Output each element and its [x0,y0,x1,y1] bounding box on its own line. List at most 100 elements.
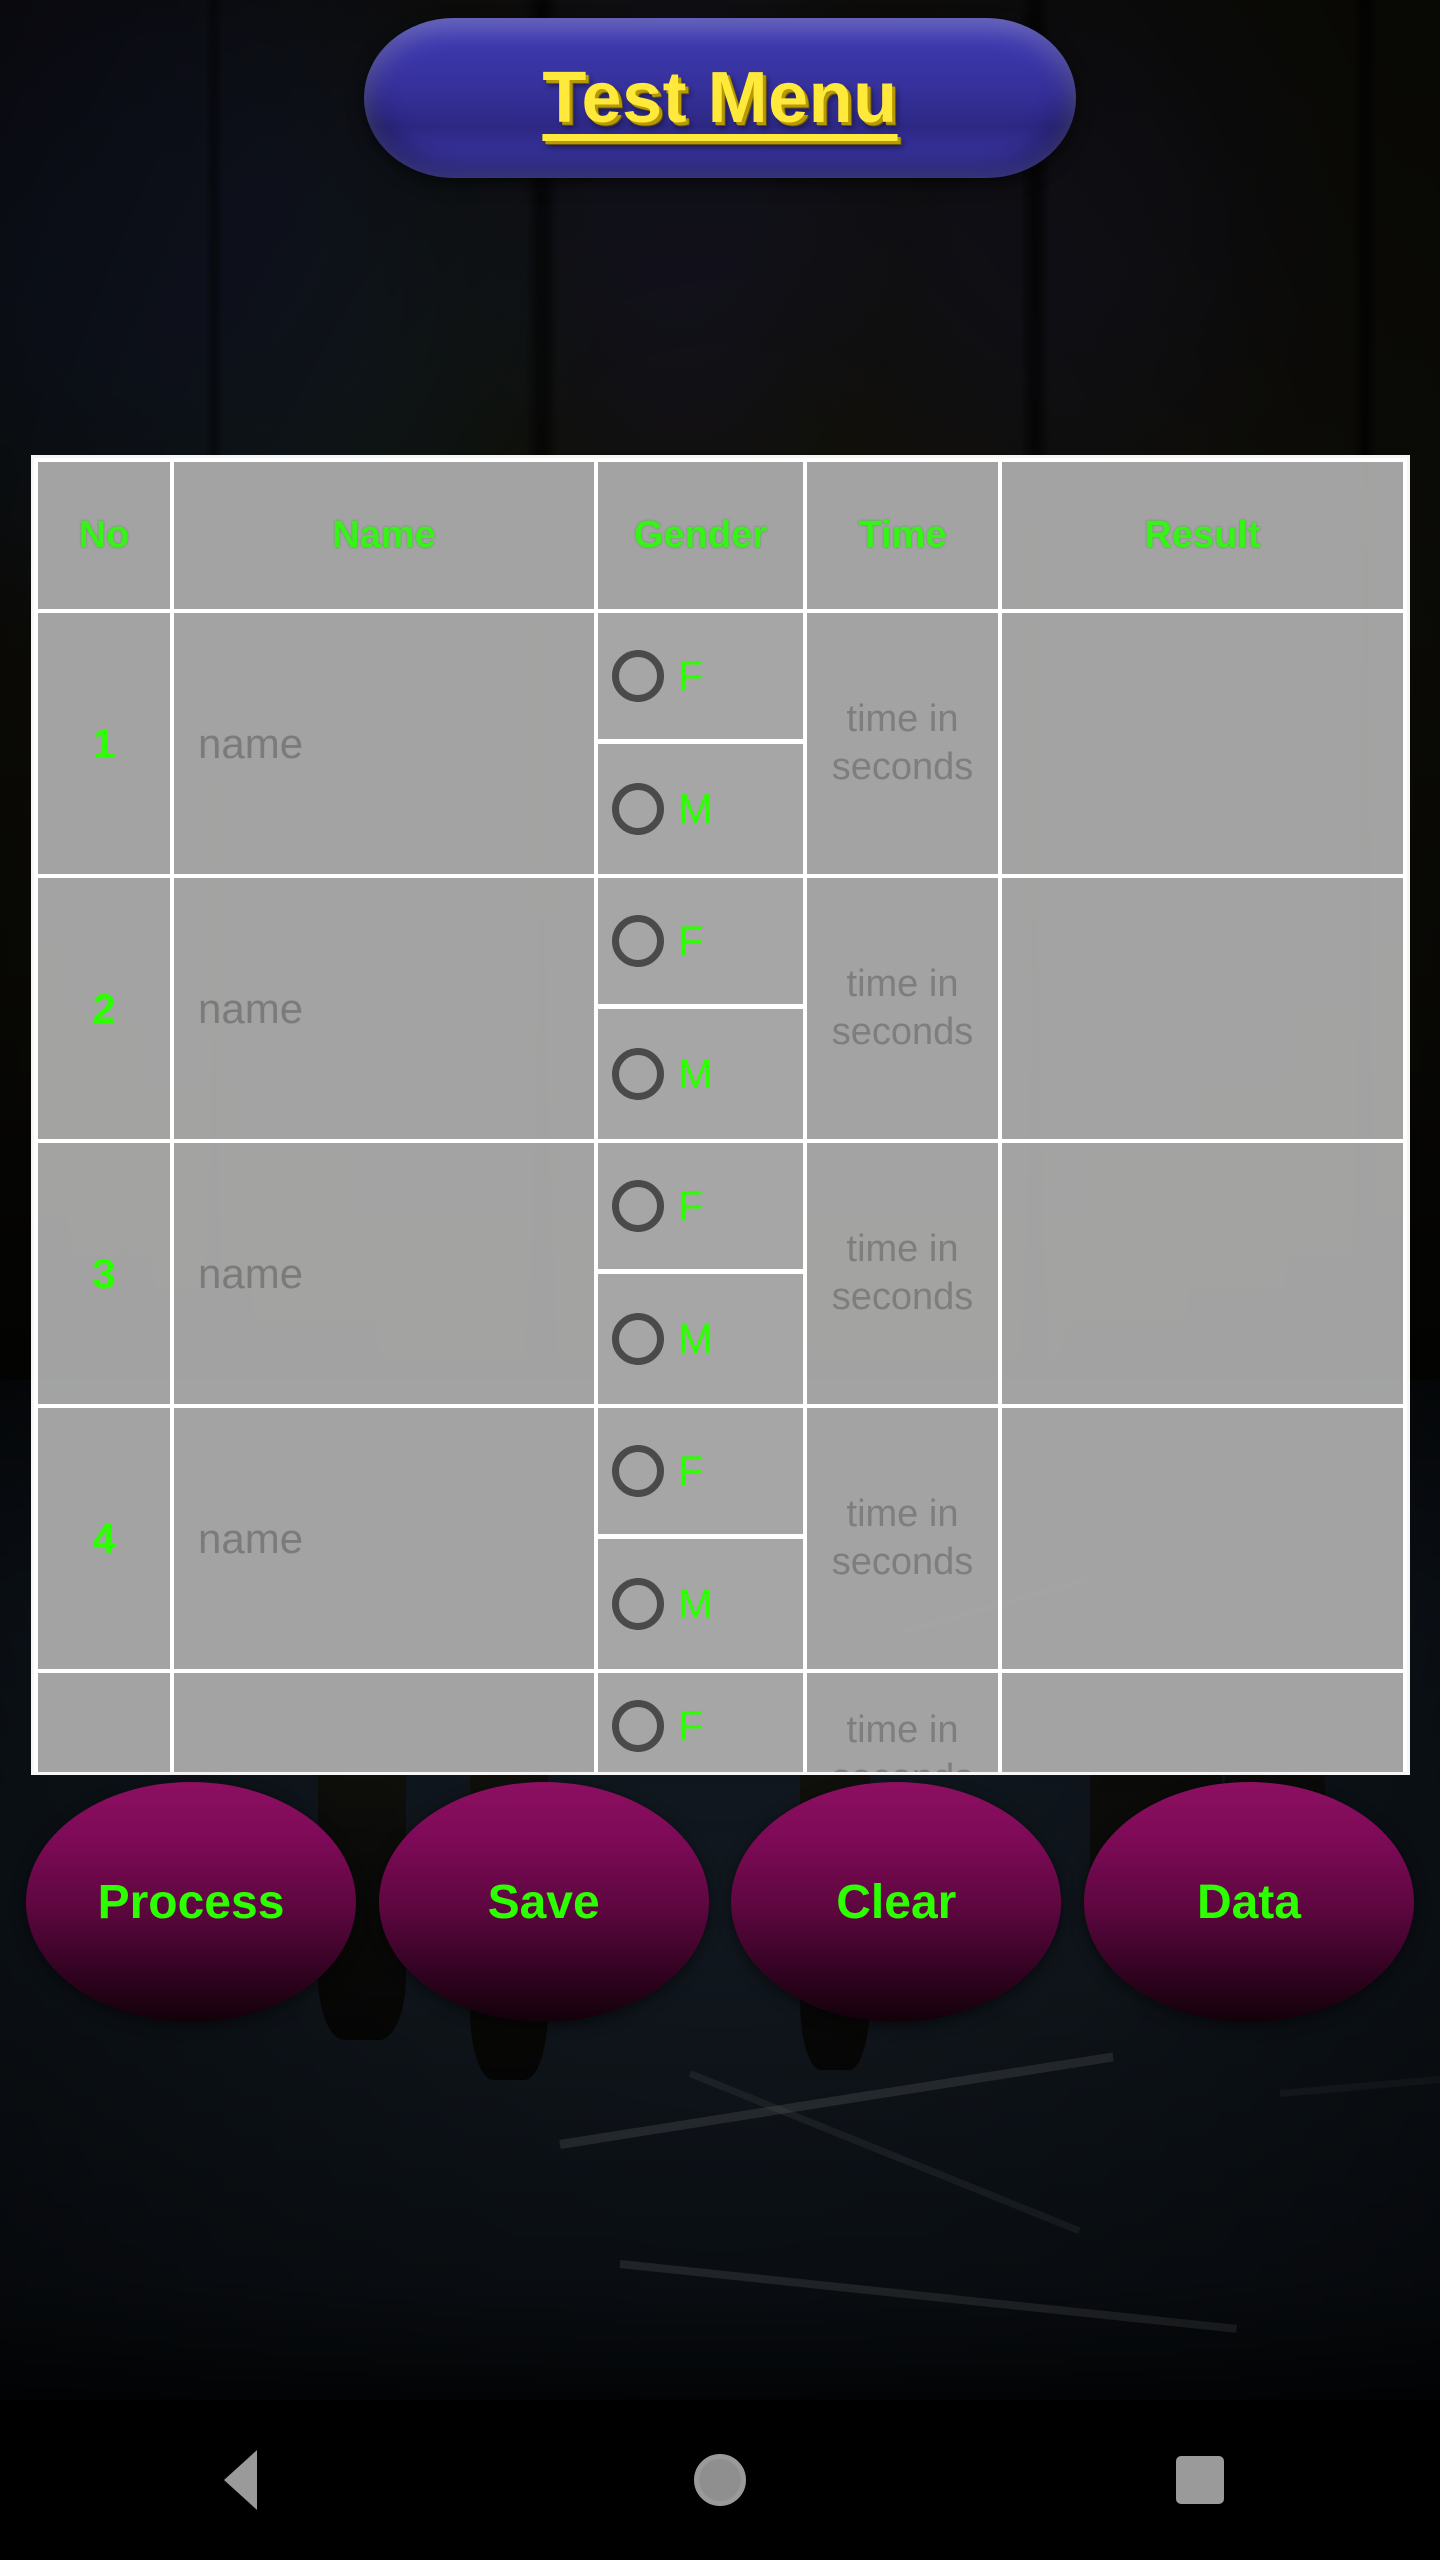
name-placeholder: name [198,984,304,1032]
android-navigation-bar [0,2400,1440,2560]
result-cell [1002,1143,1407,1408]
radio-circle-icon [612,1179,664,1232]
header-label-gender: Gender [633,514,768,556]
app-root: Test Menu No Name Gender Time Result 1 n… [0,0,1440,2560]
row-number-cell: 2 [34,878,174,1143]
time-input[interactable]: time in seconds [807,1673,1002,1772]
process-button-label: Process [97,1875,285,1929]
gender-label-f: F [678,1181,704,1229]
name-input[interactable]: name [174,878,598,1143]
header-cell-result: Result [1002,458,1407,613]
radio-circle-icon [612,1312,664,1365]
radio-circle-icon [612,1444,664,1497]
data-button-label: Data [1196,1875,1301,1929]
nav-home-button[interactable] [660,2420,780,2540]
clear-button[interactable]: Clear [731,1782,1062,2022]
time-placeholder: time in seconds [831,1493,974,1583]
gender-label-f: F [678,1446,704,1494]
action-button-bar: Process Save Clear Data [0,1782,1440,2032]
time-input[interactable]: time in seconds [807,613,1002,878]
radio-circle-icon [612,1700,664,1752]
radio-circle-icon [612,1577,664,1630]
time-placeholder: time in seconds [831,963,974,1053]
row-number-cell: 3 [34,1143,174,1408]
result-cell [1002,613,1407,878]
entries-table: No Name Gender Time Result 1 name F M ti… [31,455,1410,1775]
gender-label-f: F [678,1702,704,1749]
title-bar: Test Menu [0,0,1440,190]
header-cell-name: Name [174,458,598,613]
gender-radio-female[interactable]: F [598,613,803,744]
gender-label-m: M [678,784,713,832]
gender-label-f: F [678,651,704,699]
gender-radio-group: F M [598,1143,807,1408]
save-button-label: Save [487,1875,600,1929]
table-row: 3 name F M time in seconds [34,1143,1407,1408]
home-icon [694,2454,746,2506]
row-number: 1 [92,719,116,767]
page-title: Test Menu [542,58,898,138]
time-placeholder: time in seconds [832,1709,974,1772]
recents-icon [1176,2456,1224,2504]
back-icon [223,2450,257,2510]
gender-radio-female[interactable]: F [598,1673,803,1772]
gender-radio-female[interactable]: F [598,1408,803,1539]
radio-circle-icon [612,649,664,702]
save-button[interactable]: Save [378,1782,709,2022]
table-row: F time in seconds [34,1673,1407,1772]
table-header-row: No Name Gender Time Result [34,458,1407,613]
time-input[interactable]: time in seconds [807,878,1002,1143]
clear-button-label: Clear [836,1875,957,1929]
header-label-time: Time [858,514,947,556]
row-number-cell [34,1673,174,1772]
header-cell-gender: Gender [598,458,807,613]
name-input[interactable]: name [174,613,598,878]
gender-radio-male[interactable]: M [598,1273,803,1404]
result-cell [1002,1408,1407,1673]
gender-radio-group: F [598,1673,807,1772]
row-number: 2 [92,984,116,1032]
gender-radio-group: F M [598,1408,807,1673]
name-placeholder: name [198,1249,304,1297]
table-grid: No Name Gender Time Result 1 name F M ti… [34,458,1407,1772]
name-input[interactable]: name [174,1408,598,1673]
gender-radio-male[interactable]: M [598,1008,803,1139]
row-number-cell: 1 [34,613,174,878]
gender-label-m: M [678,1049,713,1097]
process-button[interactable]: Process [26,1782,356,2022]
name-placeholder: name [198,719,304,767]
gender-radio-group: F M [598,878,807,1143]
gender-radio-group: F M [598,613,807,878]
radio-circle-icon [612,1047,664,1100]
gender-radio-female[interactable]: F [598,878,803,1009]
header-cell-no: No [34,458,174,613]
time-input[interactable]: time in seconds [807,1143,1002,1408]
gender-label-m: M [678,1314,713,1362]
gender-radio-male[interactable]: M [598,743,803,874]
radio-circle-icon [612,782,664,835]
name-placeholder: name [198,1514,304,1562]
table-row: 4 name F M time in seconds [34,1408,1407,1673]
row-number: 3 [92,1249,116,1297]
header-label-name: Name [332,514,436,556]
row-number: 4 [92,1514,116,1562]
nav-back-button[interactable] [180,2420,300,2540]
data-button[interactable]: Data [1083,1782,1414,2022]
name-input[interactable]: name [174,1143,598,1408]
nav-recents-button[interactable] [1140,2420,1260,2540]
header-label-result: Result [1144,514,1261,556]
gender-label-m: M [678,1579,713,1627]
header-label-no: No [78,514,130,556]
time-placeholder: time in seconds [831,1228,974,1318]
name-input[interactable] [174,1673,598,1772]
test-menu-title-button[interactable]: Test Menu [364,18,1076,178]
gender-radio-male[interactable]: M [598,1538,803,1669]
result-cell [1002,1673,1407,1772]
time-input[interactable]: time in seconds [807,1408,1002,1673]
gender-radio-female[interactable]: F [598,1143,803,1274]
table-row: 2 name F M time in seconds [34,878,1407,1143]
row-number-cell: 4 [34,1408,174,1673]
time-placeholder: time in seconds [831,698,974,788]
result-cell [1002,878,1407,1143]
radio-circle-icon [612,914,664,967]
